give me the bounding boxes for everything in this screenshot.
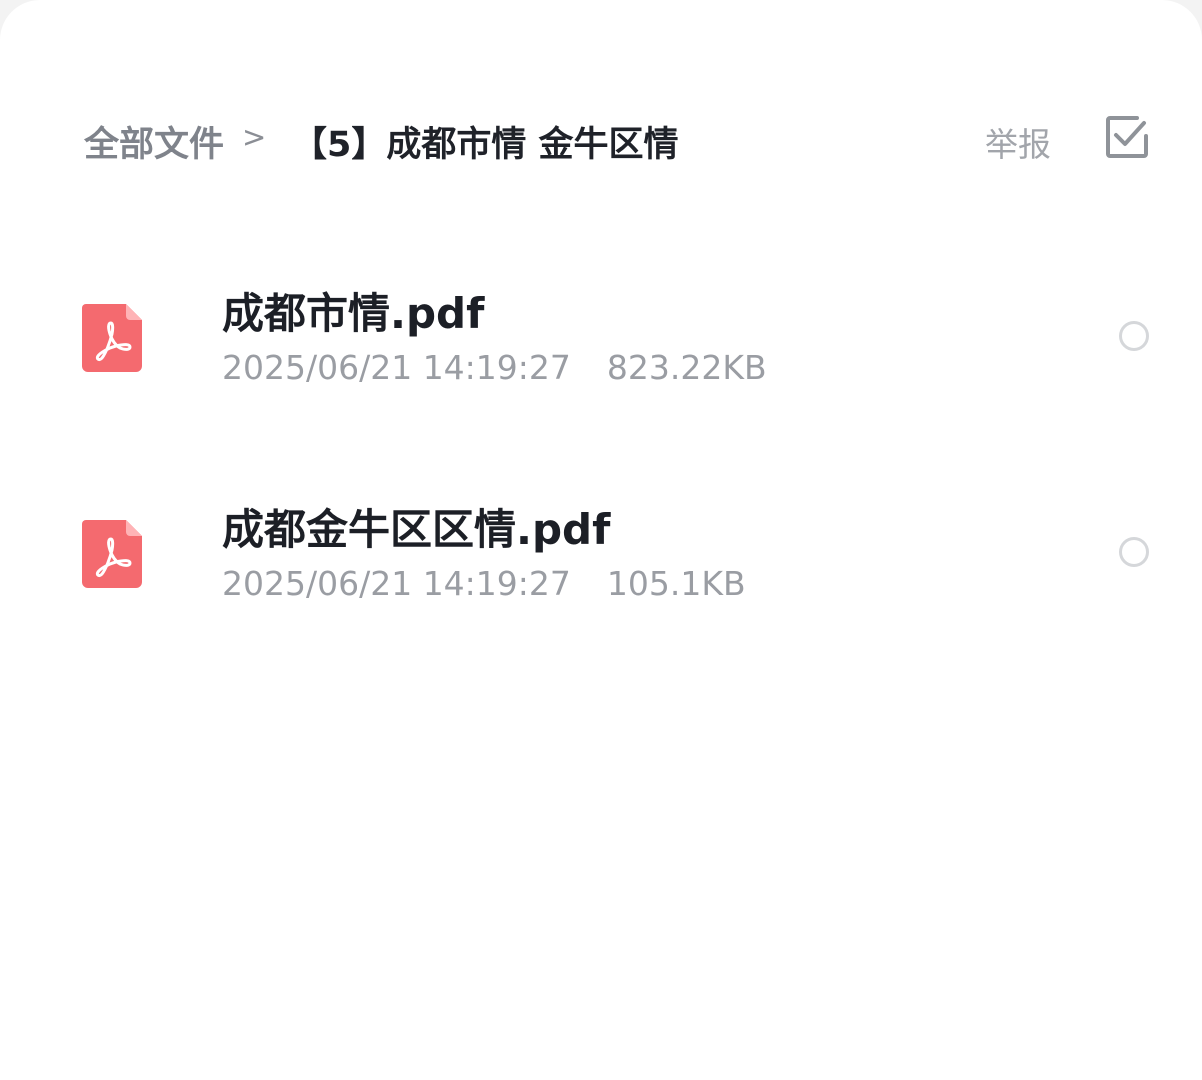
pdf-icon	[82, 520, 142, 588]
pdf-icon	[82, 304, 142, 372]
file-list-item[interactable]: 成都市情.pdf 2025/06/21 14:19:27 823.22KB	[0, 262, 1202, 412]
file-select-radio[interactable]	[1119, 537, 1149, 567]
file-size: 823.22KB	[606, 348, 767, 387]
file-browser-sheet: 全部文件 > 【5】成都市情 金牛区情 举报 成都市情.pdf 2025/06/…	[0, 0, 1202, 1080]
report-button[interactable]: 举报	[985, 118, 1051, 166]
file-meta: 2025/06/21 14:19:27 105.1KB	[222, 564, 746, 603]
breadcrumb-separator: >	[242, 120, 267, 154]
file-name: 成都金牛区区情.pdf	[222, 505, 611, 554]
file-meta: 2025/06/21 14:19:27 823.22KB	[222, 348, 767, 387]
file-name: 成都市情.pdf	[222, 289, 485, 338]
file-date: 2025/06/21 14:19:27	[222, 348, 571, 387]
header-bar: 全部文件 > 【5】成都市情 金牛区情 举报	[84, 108, 1154, 168]
breadcrumb-current-folder: 【5】成都市情 金牛区情	[292, 125, 679, 165]
file-list-item[interactable]: 成都金牛区区情.pdf 2025/06/21 14:19:27 105.1KB	[0, 478, 1202, 628]
file-select-radio[interactable]	[1119, 321, 1149, 351]
file-size: 105.1KB	[606, 564, 746, 603]
file-date: 2025/06/21 14:19:27	[222, 564, 571, 603]
checkbox-select-icon[interactable]	[1104, 114, 1150, 160]
breadcrumb-root[interactable]: 全部文件	[84, 116, 224, 167]
